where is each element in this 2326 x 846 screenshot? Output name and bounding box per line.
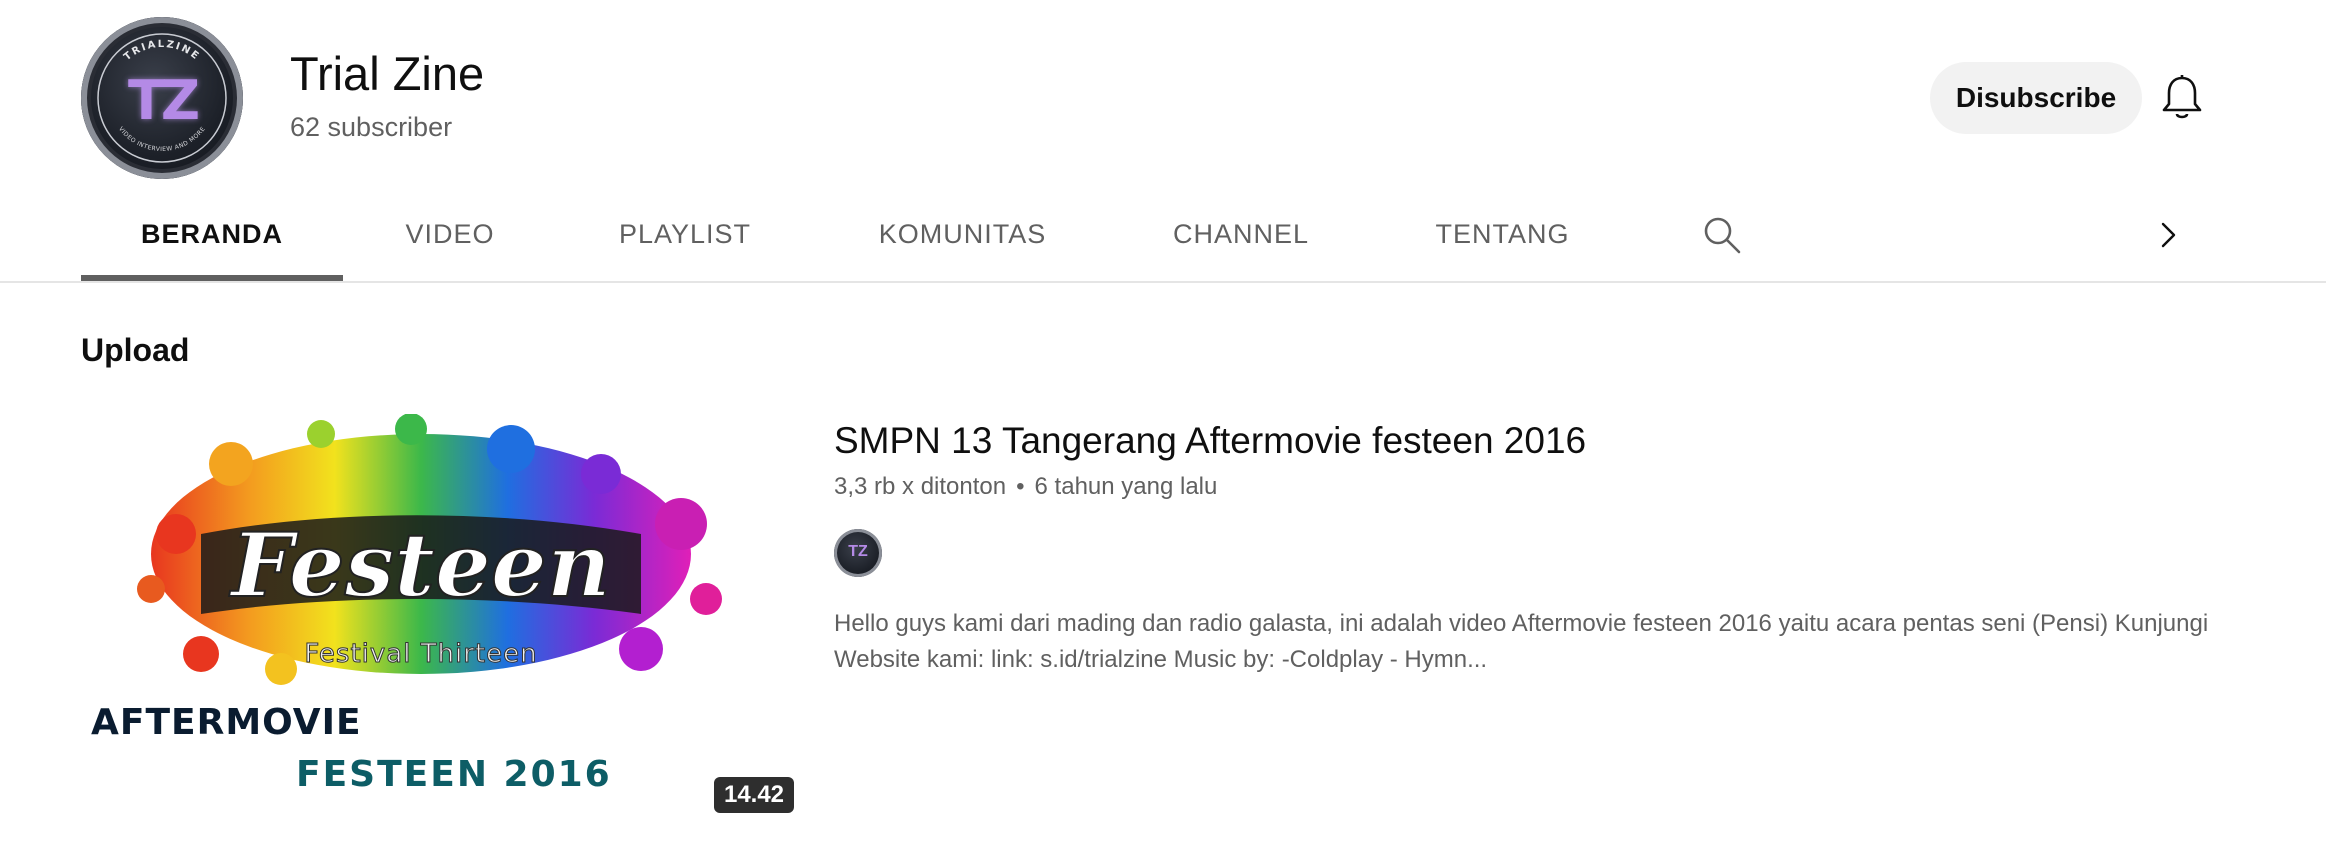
unsubscribe-button[interactable]: Disubscribe [1930,62,2142,134]
svg-text:Festeen: Festeen [228,513,611,617]
view-count: 3,3 rb x ditonton [834,473,1007,500]
svg-text:TRIALZINE: TRIALZINE [122,39,202,63]
video-title[interactable]: SMPN 13 Tangerang Aftermovie festeen 201… [834,420,1586,462]
subscriber-count: 62 subscriber [290,112,453,142]
bell-icon[interactable] [2160,74,2204,122]
tab-tentang[interactable]: TENTANG [1425,188,1580,281]
video-meta: 3,3 rb x ditonton • 6 tahun yang lalu [834,473,1217,501]
video-thumbnail[interactable]: Festeen Festival Thirteen AFTERMOVIE FES… [81,414,796,816]
search-icon[interactable] [1700,213,1744,257]
video-channel-avatar[interactable]: TZ [834,529,882,577]
svg-text:AFTERMOVIE: AFTERMOVIE [91,702,362,743]
chevron-right-icon[interactable] [2150,217,2186,253]
svg-text:Festival Thirteen: Festival Thirteen [304,639,537,669]
tab-video[interactable]: VIDEO [380,188,520,281]
video-duration-badge: 14.42 [714,777,794,813]
tab-komunitas[interactable]: KOMUNITAS [860,188,1065,281]
meta-separator: • [1016,473,1025,500]
small-avatar-monogram: TZ [848,543,868,560]
upload-age: 6 tahun yang lalu [1034,473,1218,500]
active-tab-indicator [81,275,343,281]
tab-channel[interactable]: CHANNEL [1155,188,1327,281]
section-title: Upload [81,332,190,368]
video-description: Hello guys kami dari mading dan radio ga… [834,610,2209,673]
svg-text:FESTEEN 2016: FESTEEN 2016 [296,754,612,795]
avatar-monogram: TZ [128,69,200,132]
tab-playlist[interactable]: PLAYLIST [585,188,785,281]
tab-beranda[interactable]: BERANDA [81,188,343,281]
channel-avatar[interactable]: TRIALZINE VIDEO INTERVIEW AND MORE TZ [81,17,243,179]
channel-tabs: BERANDA VIDEO PLAYLIST KOMUNITAS CHANNEL… [0,188,2326,283]
channel-name: Trial Zine [290,47,485,100]
